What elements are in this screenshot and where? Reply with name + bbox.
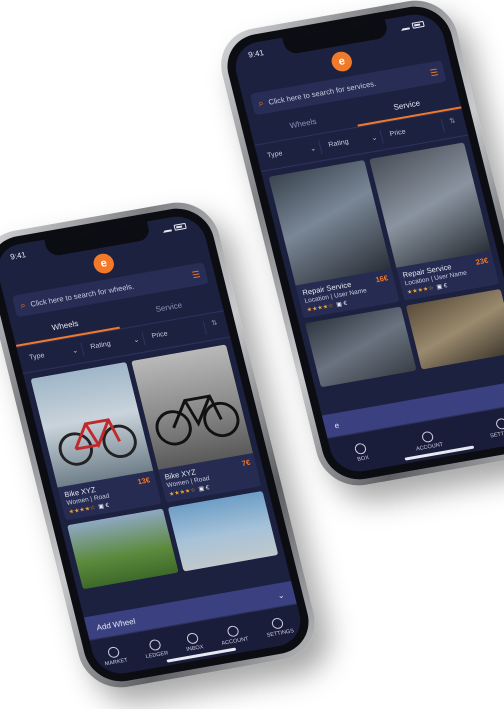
market-icon [106,645,121,659]
card-badges: ▣ € [97,502,110,511]
bike-photo [66,508,179,590]
back-screen: 9:41 e ⌕ Click here to search for servic… [229,10,504,476]
service-photo [405,288,504,370]
search-icon: ⌕ [19,299,27,310]
account-icon [420,430,434,443]
sort-icon[interactable]: ⇅ [446,116,461,132]
listing-grid: Bike XYZ 13€ Women | Road ★★★★☆ ▣ € Bike… [23,337,286,596]
service-photo [304,306,417,388]
card-badges: ▣ € [198,485,211,493]
front-phone-bezel: 9:41 e ⌕ Click here to search for wheels… [0,203,316,687]
filter-price[interactable]: Price [384,118,445,143]
listing-card[interactable] [405,288,504,370]
chevron-down-icon: ⌄ [71,347,79,356]
battery-icon [173,222,187,231]
black-bike-illustration [155,394,239,446]
nav-ledger[interactable]: LEDGER [142,637,169,660]
app-logo: e [329,50,355,73]
filter-price[interactable]: Price [146,320,207,345]
listing-grid: Repair Service 16€ Location | User Name ★… [261,135,504,394]
back-time: 9:41 [247,47,265,60]
inbox-icon [185,631,200,645]
app-logo: e [91,252,117,275]
service-photo [268,159,391,286]
red-bike-illustration [58,418,137,466]
bike-photo [30,361,153,488]
bike-photo [167,490,279,572]
inbox-icon [353,441,368,455]
listing-card[interactable] [66,508,179,590]
search-placeholder: Click here to search for wheels. [29,281,135,309]
nav-inbox[interactable]: INBOX [183,631,204,653]
filter-icon[interactable]: ☰ [191,269,202,281]
nav-account[interactable]: ACCOUNT [412,429,444,452]
search-icon: ⌕ [257,97,265,108]
front-time: 9:41 [9,249,27,262]
service-photo [368,142,492,268]
filter-rating[interactable]: Rating ⌄ [323,129,384,154]
filter-rating[interactable]: Rating ⌄ [85,331,146,356]
add-wheel-label: Add Wheel [95,616,137,632]
chevron-down-icon: ⌄ [370,134,379,143]
sort-icon[interactable]: ⇅ [208,318,223,334]
card-price: 7€ [240,457,252,468]
nav-account[interactable]: ACCOUNT [218,623,249,646]
filter-type[interactable]: Type ⌄ [23,342,85,367]
signal-icon [399,23,410,31]
battery-icon [411,20,425,29]
nav-settings[interactable]: SETTINGS [486,416,504,439]
listing-card[interactable] [304,306,417,388]
nav-inbox[interactable]: BOX [353,441,370,462]
account-icon [225,624,240,638]
nav-market[interactable]: MARKET [101,644,128,667]
filter-icon[interactable]: ☰ [429,67,440,79]
ledger-icon [147,638,162,651]
nav-settings[interactable]: SETTINGS [263,615,295,638]
chevron-down-icon: ⌄ [276,590,286,600]
card-badges: ▣ € [335,300,348,309]
gear-icon [494,417,504,430]
chevron-down-icon: ⌄ [309,145,317,154]
filter-type[interactable]: Type ⌄ [261,140,323,165]
listing-card[interactable] [167,490,279,572]
bike-photo [130,344,254,470]
add-service-label: e [333,420,341,430]
front-screen: 9:41 e ⌕ Click here to search for wheels… [0,212,307,678]
chevron-down-icon: ⌄ [132,336,141,345]
card-badges: ▣ € [436,283,449,291]
signal-icon [161,225,172,233]
gear-icon [271,616,285,630]
